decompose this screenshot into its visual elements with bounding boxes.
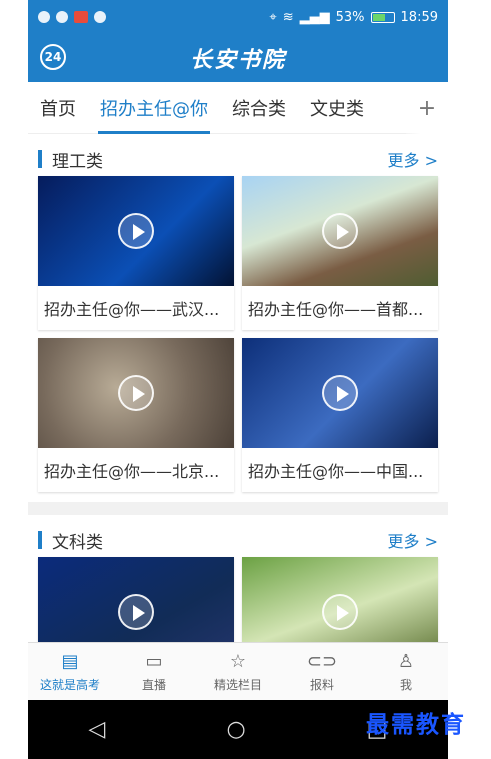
- nav-label: 这就是高考: [39, 677, 100, 692]
- play-icon[interactable]: [322, 375, 358, 411]
- nav-label: 直播: [141, 677, 166, 692]
- news-icon: [74, 11, 88, 23]
- play-icon[interactable]: [118, 375, 154, 411]
- video-thumbnail: [38, 176, 234, 286]
- video-card[interactable]: 招办主任@你——北京...: [38, 338, 234, 492]
- nav-live[interactable]: ▭ 直播: [112, 643, 196, 700]
- back-icon[interactable]: ◁: [89, 717, 106, 742]
- signal-icon: ▂▄▆: [299, 9, 330, 25]
- video-caption: 招办主任@你——首都...: [248, 300, 424, 319]
- tab-general[interactable]: 综合类: [220, 82, 298, 134]
- battery-percent: 53%: [335, 9, 365, 25]
- video-card[interactable]: 招办主任@你——首都...: [242, 176, 438, 330]
- nav-label: 精选栏目: [213, 677, 262, 692]
- phone-screen: ⌖ ≋ ▂▄▆ 53% 18:59 24 长安书院 首页 招办主任@你 综合类 …: [28, 0, 448, 759]
- video-caption: 招办主任@你——武汉...: [44, 300, 220, 319]
- notification-icon: [38, 11, 50, 23]
- tv-icon: ▭: [145, 650, 163, 672]
- user-icon: ♙: [397, 650, 415, 672]
- round-badge[interactable]: 24: [40, 44, 66, 70]
- star-icon: ☆: [229, 650, 247, 672]
- add-tab-button[interactable]: +: [406, 82, 448, 134]
- top-tabs: 首页 招办主任@你 综合类 文史类 +: [28, 82, 448, 134]
- video-thumbnail: [242, 338, 438, 448]
- more-link[interactable]: 更多 >: [388, 147, 439, 171]
- video-card[interactable]: 招办主任@你——中国...: [242, 338, 438, 492]
- tab-admission[interactable]: 招办主任@你: [88, 82, 220, 134]
- app-icon: [56, 11, 68, 23]
- app-header: 24 长安书院: [28, 34, 448, 82]
- play-icon[interactable]: [322, 213, 358, 249]
- tab-home[interactable]: 首页: [28, 82, 88, 134]
- nav-featured[interactable]: ☆ 精选栏目: [196, 643, 280, 700]
- play-icon[interactable]: [118, 213, 154, 249]
- section-science: 理工类 更多 > 招办主任@你——武汉... 招办主任@你——首都... 招办主…: [28, 134, 448, 502]
- section-title: 理工类: [52, 151, 103, 172]
- app-logo: 长安书院: [189, 48, 286, 73]
- wifi-icon: ≋: [282, 9, 294, 25]
- battery-icon: [370, 11, 395, 23]
- camera-icon: [94, 11, 106, 23]
- location-icon: ⌖: [269, 9, 277, 25]
- nav-gaokao[interactable]: ▤ 这就是高考: [28, 643, 112, 700]
- section-marker: [38, 150, 42, 168]
- tag-icon: ⊂⊃: [306, 650, 338, 672]
- more-link[interactable]: 更多 >: [388, 528, 439, 552]
- watermark: 最需教育: [366, 711, 466, 738]
- video-thumbnail: [242, 176, 438, 286]
- status-time: 18:59: [400, 9, 438, 25]
- video-card[interactable]: 招办主任@你——武汉...: [38, 176, 234, 330]
- section-marker: [38, 531, 42, 549]
- play-icon[interactable]: [118, 594, 154, 630]
- nav-report[interactable]: ⊂⊃ 报料: [280, 643, 364, 700]
- status-bar: ⌖ ≋ ▂▄▆ 53% 18:59: [28, 0, 448, 34]
- nav-label: 我: [399, 677, 412, 692]
- tab-humanities[interactable]: 文史类: [298, 82, 376, 134]
- play-icon[interactable]: [322, 594, 358, 630]
- main-content: 理工类 更多 > 招办主任@你——武汉... 招办主任@你——首都... 招办主…: [28, 134, 448, 677]
- video-caption: 招办主任@你——中国...: [248, 462, 424, 481]
- nav-me[interactable]: ♙ 我: [364, 643, 448, 700]
- bottom-navigation: ▤ 这就是高考 ▭ 直播 ☆ 精选栏目 ⊂⊃ 报料 ♙ 我: [28, 642, 448, 700]
- video-caption: 招办主任@你——北京...: [44, 462, 220, 481]
- home-icon[interactable]: ○: [226, 717, 245, 742]
- book-icon: ▤: [61, 650, 79, 672]
- video-thumbnail: [38, 338, 234, 448]
- section-title: 文科类: [52, 532, 103, 553]
- nav-label: 报料: [309, 677, 334, 692]
